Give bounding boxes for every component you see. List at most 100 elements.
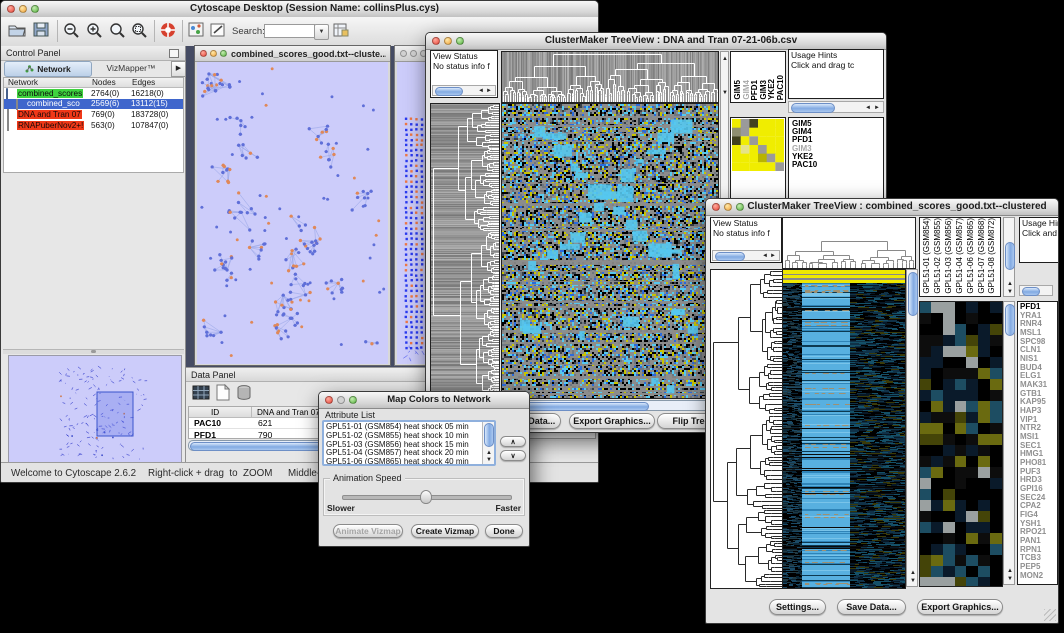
minimize-button[interactable] xyxy=(19,5,27,13)
scroll-down-icon[interactable]: ▼ xyxy=(722,90,728,96)
search-input[interactable] xyxy=(264,24,315,38)
minimize-button[interactable] xyxy=(410,50,417,57)
tv2-uh-scrollbar[interactable] xyxy=(1019,285,1053,296)
tv2-row-dendrogram[interactable] xyxy=(710,269,783,589)
tv2-heatmap-vscrollbar[interactable]: ▲ ▼ xyxy=(906,269,918,587)
network-overview-canvas[interactable] xyxy=(8,355,182,464)
attribute-listbox[interactable]: GPL51-01 (GSM854) heat shock 05 minGPL51… xyxy=(322,420,496,466)
scrollbar-thumb[interactable] xyxy=(908,272,918,316)
save-icon[interactable] xyxy=(33,22,49,42)
attribute-list-item[interactable]: GPL51-01 (GSM854) heat shock 05 min xyxy=(324,422,481,431)
tv2-vs-scrollbar[interactable]: ◄ ► xyxy=(712,250,780,261)
zoom-button[interactable] xyxy=(456,37,464,45)
scroll-up-icon[interactable]: ▲ xyxy=(486,450,492,456)
scroll-left-icon[interactable]: ◄ xyxy=(865,105,871,111)
zoom-fit-icon[interactable] xyxy=(109,22,126,43)
scroll-down-icon[interactable]: ▼ xyxy=(1007,289,1013,295)
minimize-button[interactable] xyxy=(444,37,452,45)
scroll-down-icon[interactable]: ▼ xyxy=(1007,576,1013,582)
delete-attribute-icon[interactable] xyxy=(236,384,252,406)
attribute-list-item[interactable]: GPL51-06 (GSM865) heat shock 40 min xyxy=(324,457,481,466)
tv1-export-graphics-button[interactable]: Export Graphics... xyxy=(569,413,655,429)
resize-grip[interactable] xyxy=(1044,609,1056,621)
zoom-button[interactable] xyxy=(349,396,357,404)
network-table-row[interactable]: DNA and Tran 07769(0)183728(0) xyxy=(4,109,183,120)
tv1-titlebar[interactable]: ClusterMaker TreeView : DNA and Tran 07-… xyxy=(426,33,886,50)
col-id[interactable]: ID xyxy=(211,408,219,417)
scrollbar-thumb[interactable] xyxy=(791,103,835,113)
tv1-vs-scrollbar[interactable]: ◄ ► xyxy=(432,85,496,96)
animate-vizmap-button[interactable]: Animate Vizmap xyxy=(333,524,403,538)
attribute-list-item[interactable]: GPL51-04 (GSM857) heat shock 20 min xyxy=(324,448,481,457)
tv2-zoom-heatmap[interactable] xyxy=(919,301,1003,587)
col-nodes[interactable]: Nodes xyxy=(92,78,116,87)
main-titlebar[interactable]: Cytoscape Desktop (Session Name: collins… xyxy=(1,1,598,18)
scrollbar-thumb[interactable] xyxy=(1022,287,1040,296)
scrollbar-thumb[interactable] xyxy=(715,252,745,261)
scroll-up-icon[interactable]: ▲ xyxy=(722,56,728,62)
scroll-up-icon[interactable]: ▲ xyxy=(1007,568,1013,574)
attribute-table-icon[interactable] xyxy=(333,22,350,43)
overview-splitter[interactable] xyxy=(3,349,184,354)
edit-network-icon[interactable] xyxy=(210,22,227,43)
tv1-heatmap[interactable] xyxy=(501,103,719,399)
minimize-button[interactable] xyxy=(337,396,345,404)
dialog-titlebar[interactable]: Map Colors to Network xyxy=(319,392,529,409)
scroll-right-icon[interactable]: ► xyxy=(874,105,880,111)
tv2-export-graphics-button[interactable]: Export Graphics... xyxy=(917,599,1003,615)
close-button[interactable] xyxy=(7,5,15,13)
zoom-out-icon[interactable] xyxy=(63,22,80,43)
zoom-button[interactable] xyxy=(31,5,39,13)
vizmapper-icon[interactable] xyxy=(188,22,205,43)
scroll-up-icon[interactable]: ▲ xyxy=(910,570,916,576)
tab-network[interactable]: Network xyxy=(4,61,92,77)
tv2-column-dendrogram[interactable] xyxy=(782,217,916,269)
move-down-button[interactable]: ∨ xyxy=(500,450,526,461)
float-panel-icon[interactable] xyxy=(169,49,179,58)
scroll-down-icon[interactable]: ▼ xyxy=(486,457,492,463)
create-vizmap-button[interactable]: Create Vizmap xyxy=(411,524,479,538)
scroll-left-icon[interactable]: ◄ xyxy=(478,88,484,94)
close-button[interactable] xyxy=(712,203,720,211)
tab-overflow-button[interactable]: ▶ xyxy=(171,61,186,77)
tv1-uh-scrollbar[interactable]: ◄ ► xyxy=(788,101,884,113)
done-button[interactable]: Done xyxy=(485,524,523,538)
search-dropdown-button[interactable]: ▼ xyxy=(314,24,329,40)
scroll-left-icon[interactable]: ◄ xyxy=(762,253,768,259)
scrollbar-thumb[interactable] xyxy=(1005,304,1015,336)
scroll-down-icon[interactable]: ▼ xyxy=(910,578,916,584)
open-folder-icon[interactable] xyxy=(8,22,26,42)
attribute-list-item[interactable]: GPL51-02 (GSM855) heat shock 10 min xyxy=(324,431,481,440)
network-table-row[interactable]: combined_sco2569(6)13112(15) xyxy=(4,99,183,110)
tv2-titlebar[interactable]: ClusterMaker TreeView : combined_scores_… xyxy=(706,199,1058,216)
network-canvas[interactable] xyxy=(197,62,388,364)
scrollbar-thumb[interactable] xyxy=(1005,242,1015,270)
tv1-hscrollbar[interactable] xyxy=(501,400,717,411)
table-mode-icon[interactable] xyxy=(192,384,211,406)
close-button[interactable] xyxy=(325,396,333,404)
scrollbar-thumb[interactable] xyxy=(435,87,463,96)
col-edges[interactable]: Edges xyxy=(132,78,155,87)
tv2-labels-scrollbar[interactable]: ▲ ▼ xyxy=(1003,217,1015,297)
tab-vizmapper[interactable]: VizMapper™ xyxy=(92,61,170,75)
network-table-row[interactable]: RNAPuberNov2+!563(0)107847(0) xyxy=(4,120,183,131)
tv2-zoom-vscrollbar[interactable]: ▲ ▼ xyxy=(1003,301,1015,585)
zoom-button[interactable] xyxy=(736,203,744,211)
col-network[interactable]: Network xyxy=(8,78,38,87)
close-button[interactable] xyxy=(400,50,407,57)
close-button[interactable] xyxy=(200,50,207,57)
tv2-heatmap[interactable] xyxy=(782,269,906,589)
scrollbar-thumb[interactable] xyxy=(484,423,494,447)
minimize-button[interactable] xyxy=(210,50,217,57)
network-table-row[interactable]: combined_scores2764(0)16218(0) xyxy=(4,88,183,99)
scroll-right-icon[interactable]: ► xyxy=(486,88,492,94)
scroll-up-icon[interactable]: ▲ xyxy=(1007,281,1013,287)
zoom-selected-icon[interactable] xyxy=(131,22,148,43)
listbox-scrollbar[interactable]: ▲ ▼ xyxy=(482,422,494,464)
zoom-button[interactable] xyxy=(220,50,227,57)
minimize-button[interactable] xyxy=(724,203,732,211)
scroll-right-icon[interactable]: ► xyxy=(770,253,776,259)
tv2-save-data-button[interactable]: Save Data... xyxy=(837,599,906,615)
close-button[interactable] xyxy=(432,37,440,45)
new-attribute-icon[interactable] xyxy=(215,384,231,406)
